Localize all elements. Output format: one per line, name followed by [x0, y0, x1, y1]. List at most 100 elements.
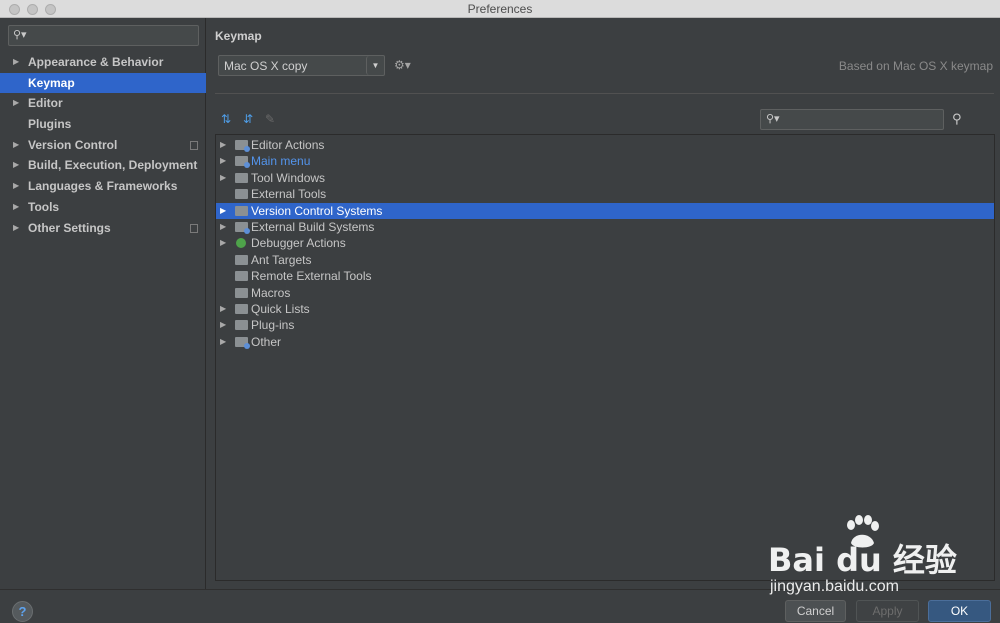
sidebar-item[interactable]: Keymap: [0, 72, 206, 94]
folder-icon: [235, 304, 248, 314]
section-title: Keymap: [215, 29, 262, 43]
tree-row[interactable]: Macros: [216, 285, 994, 301]
sidebar-item[interactable]: ▶ Version Control: [0, 135, 206, 156]
gear-icon[interactable]: ⚙▾: [394, 58, 411, 72]
tree-row[interactable]: ▶ Debugger Actions: [216, 235, 994, 251]
tree-row[interactable]: ▶ Tool Windows: [216, 170, 994, 186]
folder-icon: [235, 271, 248, 282]
tree-row-label: Tool Windows: [251, 170, 326, 185]
folder-icon: [235, 189, 248, 200]
expand-arrow-icon[interactable]: ▶: [13, 218, 19, 239]
collapse-all-icon[interactable]: ⇵: [243, 112, 253, 126]
apply-button[interactable]: Apply: [856, 600, 919, 622]
expand-arrow-icon[interactable]: ▶: [13, 155, 19, 176]
sidebar-item[interactable]: ▶ Appearance & Behavior: [0, 52, 206, 73]
expand-arrow-icon[interactable]: ▶: [13, 93, 19, 114]
tree-row[interactable]: ▶ Quick Lists: [216, 301, 994, 317]
keymap-select[interactable]: Mac OS X copy ▼: [218, 55, 385, 76]
folder-special-icon: [235, 336, 250, 349]
tree-row[interactable]: ▶ Plug-ins: [216, 317, 994, 333]
sidebar-item-label: Keymap: [28, 75, 75, 90]
based-on-label: Based on Mac OS X keymap: [838, 59, 993, 73]
ok-button[interactable]: OK: [928, 600, 991, 622]
window-title: Preferences: [467, 2, 533, 16]
tree-row-label: Remote External Tools: [251, 269, 372, 284]
sidebar-item[interactable]: ▶ Tools: [0, 197, 206, 218]
expand-arrow-icon[interactable]: ▶: [220, 235, 226, 251]
tree-row[interactable]: ▶ Version Control Systems: [216, 202, 994, 219]
expand-arrow-icon[interactable]: ▶: [220, 203, 226, 219]
tree-row[interactable]: External Tools: [216, 186, 994, 202]
tree-row-label: Macros: [251, 285, 291, 300]
sidebar-item-label: Editor: [28, 96, 63, 111]
sidebar-item[interactable]: ▶ Other Settings: [0, 218, 206, 239]
tree-row-label: Version Control Systems: [251, 203, 383, 218]
action-tree: ▶ Editor Actions ▶ Main menu ▶ Tool Windows Ex…: [215, 134, 995, 581]
sidebar: ⚲▾ ▶ Appearance & Behavior Keymap ▶ Editor Pl…: [0, 18, 206, 589]
edit-icon[interactable]: ✎: [265, 112, 275, 126]
tree-row-label: Other: [251, 334, 282, 349]
sidebar-item[interactable]: Plugins: [0, 114, 206, 135]
tree-row[interactable]: Ant Targets: [216, 252, 994, 268]
folder-icon: [235, 287, 248, 298]
project-scope-icon: [190, 223, 198, 233]
expand-arrow-icon[interactable]: ▶: [220, 153, 226, 169]
tree-row[interactable]: ▶ Other: [216, 334, 994, 350]
expand-arrow-icon[interactable]: ▶: [13, 197, 19, 218]
sidebar-item-label: Languages & Frameworks: [28, 179, 178, 194]
bug-icon: [236, 238, 246, 249]
folder-icon: [235, 172, 248, 183]
divider: [215, 93, 994, 94]
settings-category-list: ▶ Appearance & Behavior Keymap ▶ Editor Plugi…: [0, 52, 206, 238]
expand-arrow-icon[interactable]: ▶: [220, 137, 226, 153]
sidebar-item[interactable]: ▶ Languages & Frameworks: [0, 176, 206, 197]
folder-special-icon: [235, 140, 250, 152]
folder-icon: [235, 320, 248, 331]
sidebar-item-label: Version Control: [28, 137, 118, 152]
tree-row[interactable]: ▶ Main menu: [216, 153, 994, 169]
tree-row-label: Plug-ins: [251, 318, 295, 333]
tree-row[interactable]: ▶ Editor Actions: [216, 137, 994, 153]
folder-icon: [235, 205, 248, 216]
tree-row[interactable]: ▶ External Build Systems: [216, 219, 994, 235]
sidebar-item-label: Build, Execution, Deployment: [28, 158, 198, 173]
tree-row[interactable]: Remote External Tools: [216, 268, 994, 284]
expand-arrow-icon[interactable]: ▶: [13, 52, 19, 73]
expand-arrow-icon[interactable]: ▶: [220, 170, 226, 186]
sidebar-item-label: Tools: [28, 199, 60, 214]
tree-row-label: External Tools: [251, 187, 327, 202]
expand-arrow-icon[interactable]: ▶: [220, 219, 226, 235]
tree-row-label: Debugger Actions: [251, 236, 346, 251]
settings-search-input[interactable]: ⚲▾: [8, 25, 199, 46]
keymap-panel: Keymap Mac OS X copy ▼ ⚙▾ Based on Mac O…: [207, 18, 1000, 589]
cancel-button[interactable]: Cancel: [785, 600, 846, 622]
tree-row-label: Quick Lists: [251, 302, 310, 316]
expand-all-icon[interactable]: ⇅: [221, 112, 231, 126]
folder-special-icon: [235, 156, 250, 169]
search-icon: ⚲▾: [13, 29, 27, 41]
keymap-select-value: Mac OS X copy: [224, 59, 308, 73]
expand-arrow-icon[interactable]: ▶: [220, 334, 226, 350]
sidebar-item-label: Other Settings: [28, 220, 111, 235]
expand-arrow-icon[interactable]: ▶: [220, 301, 226, 317]
sidebar-item-label: Appearance & Behavior: [28, 55, 164, 69]
title-bar: Preferences: [0, 0, 1000, 18]
find-by-shortcut-icon[interactable]: ⚲: [952, 111, 962, 127]
dialog-footer: ? Cancel Apply OK: [0, 589, 1000, 623]
expand-arrow-icon[interactable]: ▶: [13, 135, 19, 156]
sidebar-item[interactable]: ▶ Editor: [0, 93, 206, 114]
tree-row-label: Main menu: [251, 154, 311, 169]
sidebar-item-label: Plugins: [28, 117, 72, 132]
tree-row-label: Ant Targets: [251, 252, 312, 267]
chevron-down-icon[interactable]: ▼: [366, 56, 384, 75]
project-scope-icon: [190, 140, 198, 150]
action-search-input[interactable]: ⚲▾: [760, 109, 944, 130]
sidebar-item[interactable]: ▶ Build, Execution, Deployment: [0, 155, 206, 176]
expand-arrow-icon[interactable]: ▶: [220, 317, 226, 333]
tree-row-label: Editor Actions: [251, 138, 325, 152]
folder-icon: [235, 254, 248, 265]
folder-special-icon: [235, 222, 250, 234]
help-button[interactable]: ?: [12, 601, 33, 622]
tree-row-label: External Build Systems: [251, 220, 375, 234]
expand-arrow-icon[interactable]: ▶: [13, 176, 19, 197]
